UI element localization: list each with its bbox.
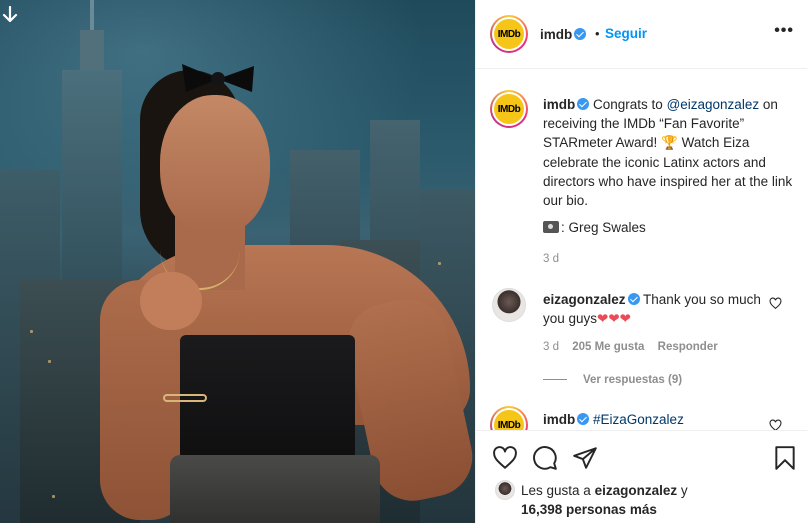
heart-icon[interactable] (492, 445, 518, 471)
separator-dot: • (595, 26, 600, 41)
imdb-logo: IMDb (494, 410, 524, 430)
window-light (52, 495, 55, 498)
avatar[interactable] (495, 480, 515, 500)
verified-badge-icon (574, 28, 587, 40)
imdb-logo: IMDb (494, 19, 524, 49)
reply-button[interactable]: Responder (658, 341, 718, 353)
action-bar (476, 430, 807, 480)
face (160, 95, 270, 235)
avatar[interactable]: IMDb (490, 90, 528, 128)
comment-username[interactable]: eizagonzalez (543, 292, 626, 307)
photo-credit: : Greg Swales (543, 220, 646, 235)
post-header: IMDb imdb • Seguir ••• (476, 0, 807, 69)
likes-summary: Les gusta a eizagonzalez y 16,398 persona… (476, 475, 807, 523)
verified-badge-icon (627, 293, 640, 305)
comment-time: 3 d (543, 341, 559, 353)
avatar[interactable]: IMDb (490, 15, 528, 53)
post-sidebar: IMDb imdb • Seguir ••• IMDb imdb Congrat… (475, 0, 807, 523)
account-username[interactable]: imdb (540, 27, 587, 42)
camera-icon (543, 221, 559, 233)
hearts-emoji: ❤❤❤ (597, 311, 631, 327)
verified-badge-icon (577, 98, 590, 110)
likes-text: Les gusta a eizagonzalez y 16,398 persona… (521, 483, 688, 517)
window-light (438, 262, 441, 265)
save-icon[interactable] (772, 445, 798, 471)
liker-username[interactable]: eizagonzalez (595, 483, 678, 498)
like-comment-heart-icon[interactable] (769, 419, 782, 430)
window-light (48, 360, 51, 363)
caption-time: 3 d (543, 253, 559, 265)
share-icon[interactable] (572, 445, 598, 471)
caption-text: imdb Congrats to @eizagonzalez on receiv… (543, 97, 793, 209)
avatar[interactable] (492, 288, 526, 322)
hashtag-link[interactable]: #EizaGonzalez (593, 412, 684, 427)
more-options-icon[interactable]: ••• (774, 22, 794, 40)
comment-meta: 3 d 205 Me gusta Responder (543, 341, 728, 353)
verified-badge-icon (577, 413, 590, 425)
hand (140, 272, 202, 330)
view-replies-button[interactable]: Ver respuestas (9) (543, 374, 682, 386)
like-comment-heart-icon[interactable] (769, 297, 782, 310)
comment-username[interactable]: imdb (543, 412, 575, 427)
skirt (170, 455, 380, 523)
comment-likes[interactable]: 205 Me gusta (572, 341, 644, 353)
post-image[interactable] (0, 0, 475, 523)
comment-icon[interactable] (532, 445, 558, 471)
bracelet (163, 394, 207, 402)
likes-count[interactable]: 16,398 personas más (521, 502, 657, 517)
comment-text: eizagonzalez Thank you so much you guys❤… (543, 292, 761, 327)
mention-link[interactable]: @eizagonzalez (667, 97, 760, 112)
imdb-logo: IMDb (494, 94, 524, 124)
comments-section[interactable]: IMDb imdb Congrats to @eizagonzalez on r… (476, 70, 807, 430)
window-light (30, 330, 33, 333)
avatar[interactable]: IMDb (490, 406, 528, 430)
caption-username[interactable]: imdb (543, 97, 575, 112)
follow-button[interactable]: Seguir (605, 26, 647, 41)
building (62, 70, 122, 310)
comment-text: imdb #EizaGonzalez (543, 412, 684, 427)
hair-bow (182, 64, 254, 92)
download-icon[interactable] (2, 6, 18, 24)
